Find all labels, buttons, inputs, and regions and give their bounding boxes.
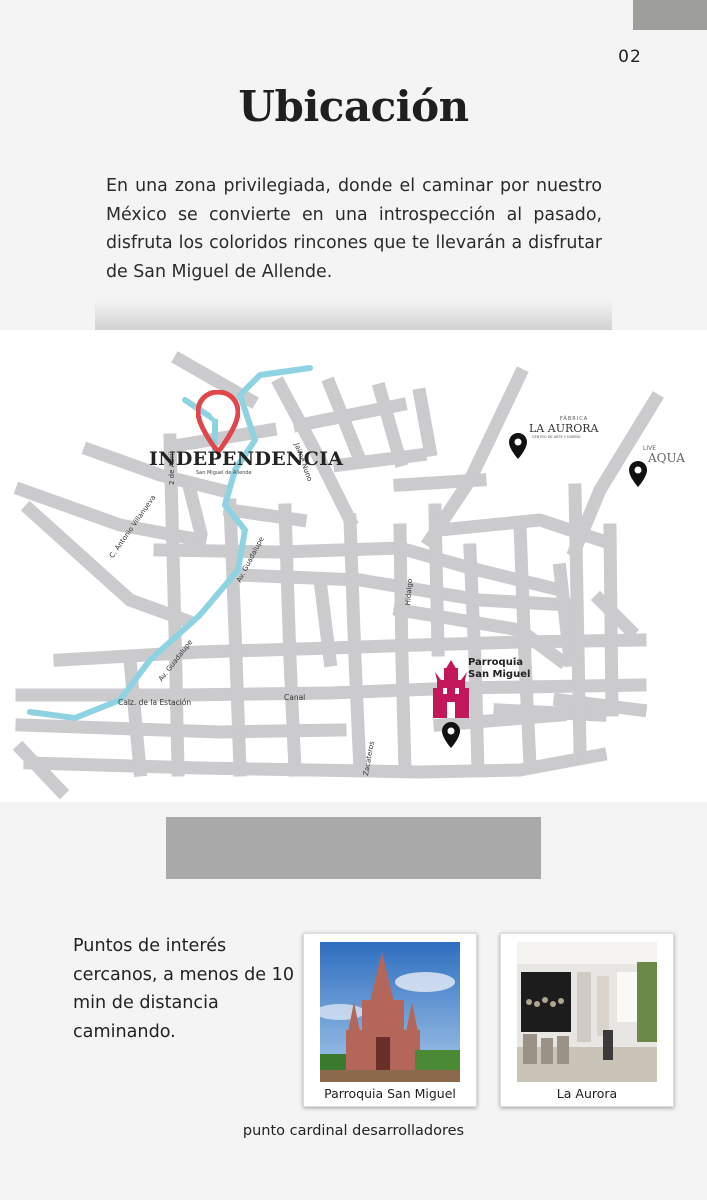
corner-tab [633, 0, 707, 30]
intro-paragraph: En una zona privilegiada, donde el camin… [106, 176, 602, 282]
parroquia-pin-icon[interactable] [441, 721, 461, 749]
aqua-label: AQUA [648, 451, 685, 465]
street-canal: Canal [284, 693, 306, 702]
map-drawing [12, 351, 664, 800]
footer-credit: punto cardinal desarrolladores [242, 1123, 465, 1139]
parroquia-line2: San Miguel [468, 669, 531, 680]
parroquia-caption: Parroquia San Miguel [324, 1086, 456, 1101]
street-2-de-abril: 2 de Abril [168, 451, 176, 485]
location-pin-icon[interactable] [196, 390, 240, 456]
parroquia-photo [320, 942, 460, 1082]
aurora-subtitle: CENTRO DE ARTE Y DISEÑO [532, 435, 581, 439]
parroquia-label: Parroquia San Miguel [468, 657, 530, 681]
parroquia-line1: Parroquia [468, 657, 523, 668]
aurora-pin-icon[interactable] [508, 432, 528, 460]
divider-shadow [95, 300, 612, 332]
church-icon [433, 660, 469, 718]
photo-card-aurora[interactable]: La Aurora [500, 933, 674, 1107]
aurora-name: LA AURORA [529, 422, 599, 435]
photo-card-parroquia[interactable]: Parroquia San Miguel [303, 933, 477, 1107]
poi-description: Puntos de interés cercanos, a menos de 1… [73, 936, 295, 1042]
live-aqua-pin-icon[interactable] [628, 460, 648, 488]
placeholder-box [166, 817, 541, 879]
location-map[interactable]: INDEPENDENCIA San Miguel de Allende FÁBR… [0, 330, 707, 802]
aurora-photo [517, 942, 657, 1082]
brand-subtitle: San Miguel de Allende [196, 470, 252, 476]
aurora-caption: La Aurora [556, 1086, 618, 1101]
street-calz-estacion: Calz. de la Estación [118, 698, 192, 707]
page-title: Ubicación [238, 82, 469, 131]
brand-name: INDEPENDENCIA [149, 448, 344, 470]
page-number: 02 [618, 47, 642, 67]
